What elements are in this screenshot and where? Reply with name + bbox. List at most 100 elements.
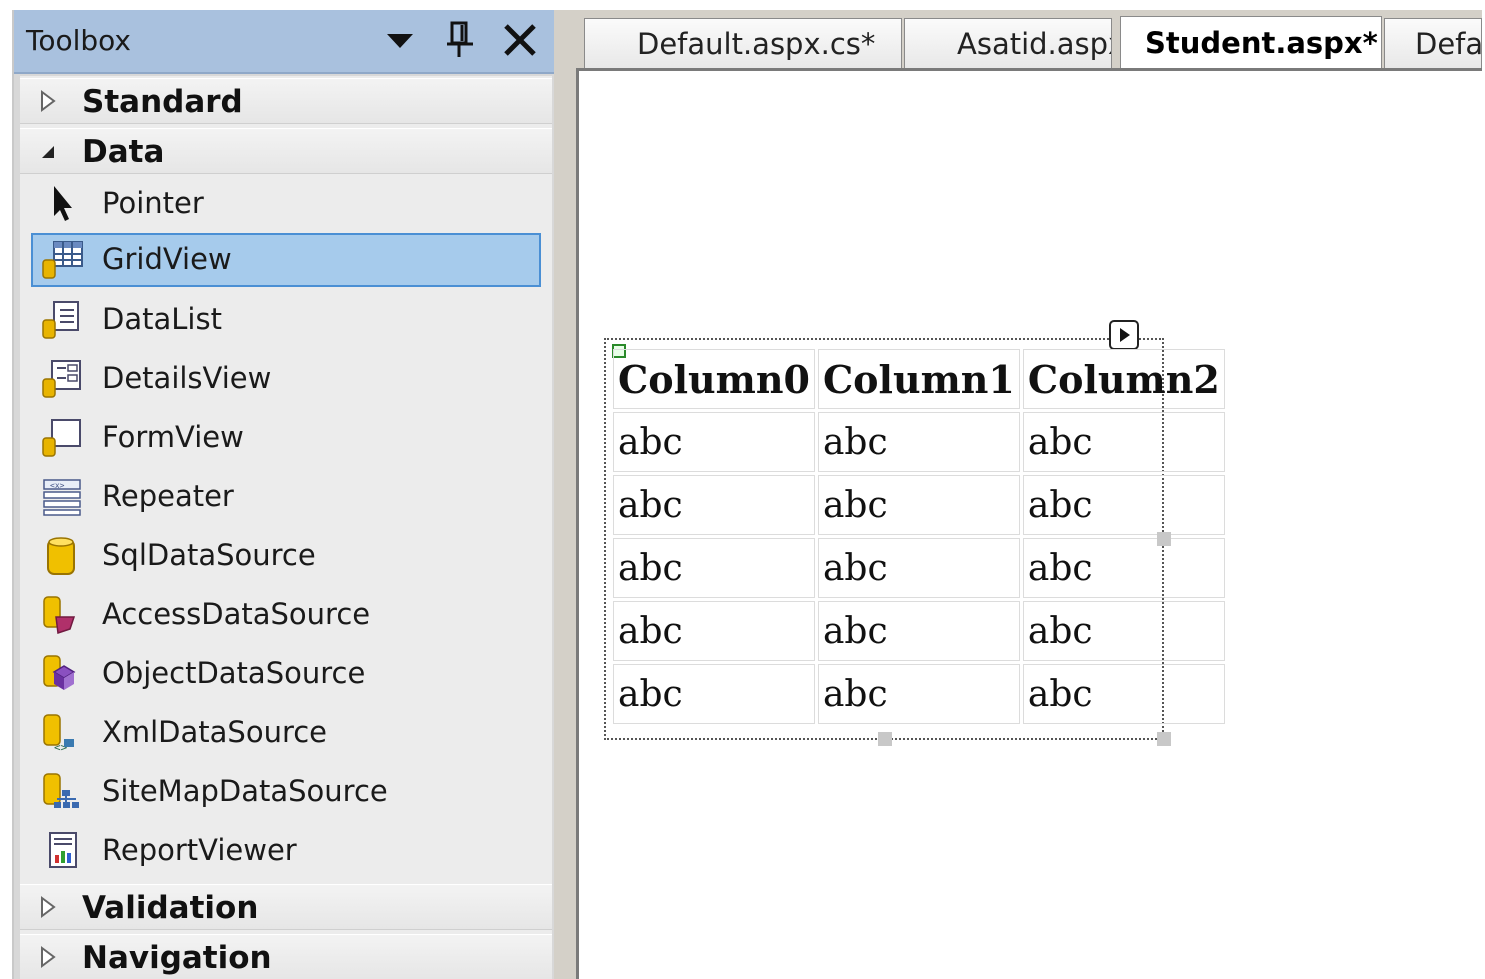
column-header[interactable]: Column2 [1022, 349, 1225, 409]
close-icon [504, 24, 536, 56]
document-tabstrip: Default.aspx.cs* Asatid.aspx Student.asp… [568, 10, 1482, 72]
tab-label: Student.aspx* [1145, 26, 1378, 60]
tab-label: Default.aspx.cs* [637, 27, 876, 61]
table-cell: abc [613, 538, 815, 598]
toolbox-item-sqldatasource[interactable]: SqlDataSource [20, 528, 552, 584]
toolbox-item-label: Pointer [102, 186, 204, 220]
pointer-icon [54, 186, 72, 221]
gridview-control[interactable]: Column0 Column1 Column2 abc abc abc abc [604, 320, 1225, 746]
category-label: Data [82, 134, 165, 170]
table-cell: abc [1022, 475, 1225, 535]
table-cell: abc [613, 412, 815, 472]
tab-asatid-aspx[interactable]: Asatid.aspx [904, 18, 1112, 68]
toolbox-item-accessdatasource[interactable]: AccessDataSource [20, 587, 552, 643]
toolbox-item-label: DataList [102, 302, 222, 336]
toolbox-item-label: Repeater [102, 479, 234, 513]
design-surface[interactable]: Column0 Column1 Column2 abc abc abc abc [576, 68, 1482, 979]
toolbox-item-label: XmlDataSource [102, 715, 328, 749]
table-row: abc abc abc [613, 475, 1225, 535]
reportviewer-icon [49, 832, 77, 868]
table-row: abc abc abc [613, 664, 1225, 724]
toolbox-item-pointer[interactable]: Pointer [20, 176, 552, 232]
table-row: abc abc abc [613, 538, 1225, 598]
category-label: Standard [82, 84, 243, 120]
toolbox-item-label: AccessDataSource [102, 597, 371, 631]
tab-default-aspx[interactable]: Defa [1384, 18, 1482, 68]
toolbox-item-sitemapdatasource[interactable]: SiteMapDataSource [20, 764, 552, 820]
toolbox-item-xmldatasource[interactable]: <> XmlDataSource [20, 705, 552, 761]
column-header[interactable]: Column0 [613, 349, 815, 409]
xmldatasource-icon: <> [43, 714, 74, 753]
close-button[interactable] [498, 18, 542, 62]
smart-tag-arrow-icon [1120, 328, 1130, 342]
category-label: Validation [82, 890, 259, 926]
tab-label: Defa [1415, 27, 1482, 61]
auto-hide-button[interactable] [438, 18, 482, 62]
toolbox-item-datalist[interactable]: DataList [20, 292, 552, 348]
category-data[interactable]: Data [20, 128, 552, 174]
toolbox-item-label: SqlDataSource [102, 538, 316, 572]
toolbox-item-label: SiteMapDataSource [102, 774, 388, 808]
category-validation[interactable]: Validation [20, 884, 552, 930]
toolbox-item-reportviewer[interactable]: ReportViewer [20, 823, 552, 879]
category-label: Navigation [82, 940, 272, 976]
expand-arrow-icon [41, 896, 56, 918]
toolbox-title-bar: Toolbox [14, 10, 556, 74]
panel-splitter[interactable] [554, 10, 569, 979]
table-cell: abc [613, 664, 815, 724]
table-cell: abc [613, 601, 815, 661]
resize-handle-right[interactable] [1157, 532, 1171, 546]
sitemapdatasource-icon [43, 773, 79, 808]
window-position-button[interactable] [378, 18, 422, 62]
table-cell: abc [1022, 538, 1225, 598]
table-row: abc abc abc [613, 412, 1225, 472]
tab-student-aspx[interactable]: Student.aspx* [1120, 16, 1382, 72]
category-navigation[interactable]: Navigation [20, 934, 552, 979]
table-cell: abc [1022, 664, 1225, 724]
table-cell: abc [1022, 601, 1225, 661]
table-cell: abc [817, 412, 1020, 472]
tab-default-aspx-cs[interactable]: Default.aspx.cs* [584, 18, 902, 68]
table-cell: abc [817, 664, 1020, 724]
table-cell: abc [817, 538, 1020, 598]
toolbox-item-repeater[interactable]: <x> Repeater [20, 469, 552, 525]
table-cell: abc [817, 475, 1020, 535]
toolbox-item-label: DetailsView [102, 361, 272, 395]
toolbox-item-label: GridView [102, 242, 232, 276]
document-editor: Default.aspx.cs* Asatid.aspx Student.asp… [568, 10, 1482, 979]
column-header[interactable]: Column1 [817, 349, 1020, 409]
visual-studio-window: Toolbox Standard Data Pointer GridView D… [0, 0, 1485, 979]
gridview-table: Column0 Column1 Column2 abc abc abc abc [610, 346, 1228, 727]
table-row: abc abc abc [613, 601, 1225, 661]
pin-icon [447, 21, 473, 57]
category-standard[interactable]: Standard [20, 78, 552, 124]
toolbox-item-objectdatasource[interactable]: ObjectDataSource [20, 646, 552, 702]
sqldatasource-icon [47, 537, 75, 575]
toolbox-item-gridview[interactable]: GridView [31, 233, 541, 287]
toolbox-item-label: ObjectDataSource [102, 656, 366, 690]
table-cell: abc [1022, 412, 1225, 472]
table-cell: abc [817, 601, 1020, 661]
collapse-arrow-icon [42, 146, 54, 158]
toolbox-panel: Toolbox Standard Data Pointer GridView D… [12, 10, 556, 979]
toolbox-item-label: ReportViewer [102, 833, 297, 867]
toolbox-body: Standard Data Pointer GridView DataList … [20, 76, 552, 979]
datalist-icon [42, 301, 79, 339]
toolbox-item-detailsview[interactable]: DetailsView [20, 351, 552, 407]
table-cell: abc [613, 475, 815, 535]
detailsview-icon [42, 360, 81, 398]
toolbox-item-label: FormView [102, 420, 244, 454]
header-row: Column0 Column1 Column2 [613, 349, 1225, 409]
formview-icon [42, 419, 81, 457]
expand-arrow-icon [41, 90, 56, 112]
toolbox-item-formview[interactable]: FormView [20, 410, 552, 466]
objectdatasource-icon [43, 655, 76, 690]
svg-text:<x>: <x> [50, 481, 65, 490]
expand-arrow-icon [41, 946, 56, 968]
repeater-icon: <x> [43, 479, 81, 516]
toolbox-title: Toolbox [26, 24, 131, 57]
tab-label: Asatid.aspx [957, 27, 1112, 61]
dropdown-arrow-icon [387, 34, 413, 48]
resize-handle-corner[interactable] [1157, 732, 1171, 746]
resize-handle-bottom[interactable] [878, 732, 892, 746]
